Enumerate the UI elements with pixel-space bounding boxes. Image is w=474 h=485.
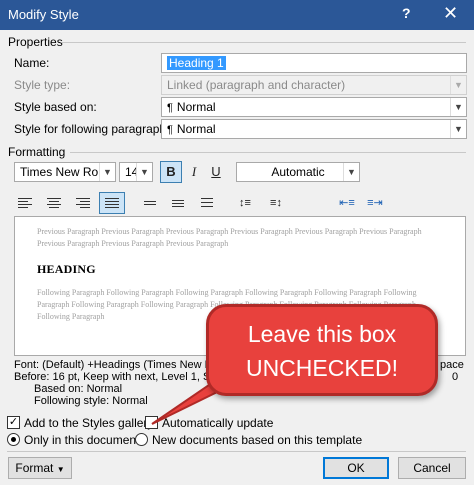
chevron-down-icon: ▼ [56,465,65,474]
italic-button[interactable]: I [183,161,205,183]
name-value: Heading 1 [167,56,226,70]
callout-line-1: Leave this box [247,321,397,347]
formatting-group-label: Formatting [8,145,66,159]
add-to-gallery-label[interactable]: Add to the Styles gallery [24,416,153,430]
chevron-down-icon[interactable]: ▼ [450,98,466,116]
based-on-dropdown[interactable]: ¶ Normal ▼ [161,97,467,117]
name-label: Name: [14,56,50,70]
chevron-down-icon[interactable]: ▼ [136,163,152,181]
increase-indent-icon[interactable]: ≡⇥ [364,192,386,214]
callout-box: Leave this box UNCHECKED! [206,304,438,396]
chevron-down-icon: ▼ [450,76,466,94]
cancel-button[interactable]: Cancel [398,457,466,479]
callout-line-2: UNCHECKED! [245,355,399,381]
only-this-document-label[interactable]: Only in this document [24,433,139,447]
chevron-down-icon[interactable]: ▼ [99,163,115,181]
help-button[interactable]: ? [402,5,411,21]
justify-icon[interactable] [99,192,125,214]
chevron-down-icon[interactable]: ▼ [450,120,466,138]
style-type-value: Linked (paragraph and character) [167,78,346,92]
font-size-dropdown[interactable]: 14 ▼ [119,162,153,182]
decrease-indent-icon[interactable]: ⇤≡ [336,192,358,214]
chevron-down-icon[interactable]: ▼ [343,163,359,181]
space-before-icon[interactable]: ↕≡ [234,192,256,214]
formatting-divider [70,152,466,153]
single-spacing-icon[interactable] [138,192,164,214]
based-on-label: Style based on: [14,100,97,114]
description-line-2-end: 0 [452,371,459,383]
align-center-icon[interactable] [42,192,68,214]
underline-button[interactable]: U [205,161,227,183]
title-bar: Modify Style ? ✕ [0,0,474,30]
align-right-icon[interactable] [70,192,96,214]
footer-divider [7,451,466,452]
close-button[interactable]: ✕ [443,3,458,24]
modify-style-dialog: Modify Style ? ✕ Properties Name: Headin… [0,0,474,485]
bold-button[interactable]: B [160,161,182,183]
based-on-value: Normal [176,100,216,114]
window-title: Modify Style [8,7,79,22]
paragraph-icon: ¶ [167,102,173,114]
paragraph-icon: ¶ [167,124,173,136]
format-button[interactable]: Format ▼ [8,457,72,479]
font-color-value: Automatic [271,165,325,179]
new-documents-radio[interactable] [135,433,148,446]
automatically-update-label[interactable]: Automatically update [162,416,273,430]
properties-group-label: Properties [8,35,63,49]
new-documents-label[interactable]: New documents based on this template [152,433,362,447]
one-half-spacing-icon[interactable] [166,192,192,214]
font-dropdown[interactable]: Times New Roman ▼ [14,162,116,182]
following-style-dropdown[interactable]: ¶ Normal ▼ [161,119,467,139]
style-type-label: Style type: [14,78,71,92]
name-field[interactable]: Heading 1 [161,53,467,73]
previous-paragraph-text: Previous Paragraph Previous Paragraph Pr… [37,227,422,248]
only-this-document-radio[interactable] [7,433,20,446]
description-line-4: Following style: Normal [34,395,148,407]
ok-button[interactable]: OK [323,457,389,479]
description-line-1-end: pace [440,359,464,371]
following-style-label: Style for following paragraph: [14,122,170,136]
align-left-icon[interactable] [14,192,40,214]
format-label: Format [15,461,54,475]
properties-divider [62,42,466,43]
automatically-update-checkbox[interactable] [145,416,158,429]
font-color-dropdown[interactable]: Automatic ▼ [236,162,360,182]
space-after-icon[interactable]: ≡↕ [265,192,287,214]
double-spacing-icon[interactable] [195,192,221,214]
following-style-value: Normal [176,122,216,136]
style-type-dropdown: Linked (paragraph and character) ▼ [161,75,467,95]
preview-heading: HEADING [37,262,96,276]
add-to-gallery-checkbox[interactable]: ✓ [7,416,20,429]
